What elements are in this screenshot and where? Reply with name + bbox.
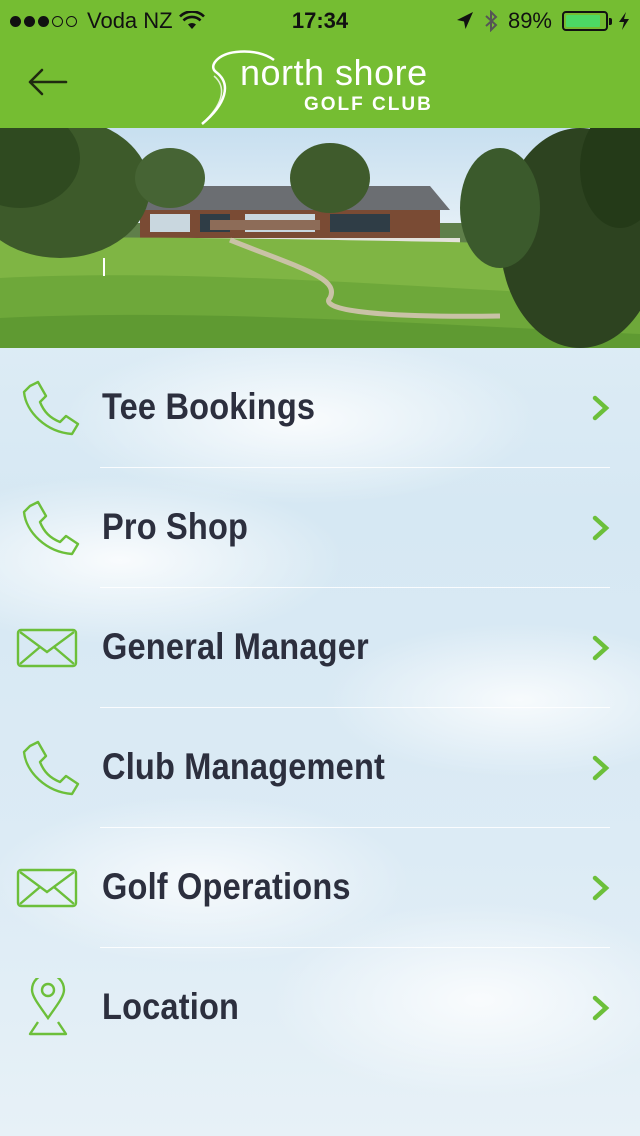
menu-item-pro-shop[interactable]: Pro Shop [0,468,640,588]
logo-subtitle: GOLF CLUB [304,94,433,115]
contact-menu: Tee Bookings Pro Shop General Manager Cl… [0,348,640,1068]
status-bar: Voda NZ 17:34 89% [0,0,640,40]
chevron-right-icon [592,635,610,661]
menu-item-label: Golf Operations [102,866,351,907]
chevron-right-icon [592,515,610,541]
location-arrow-icon [456,12,473,29]
location-pin-icon [28,978,68,1036]
logo-name: north shore [240,52,428,93]
menu-item-label: Pro Shop [102,506,249,547]
clubhouse-photo-illustration [0,128,640,348]
chevron-right-icon [592,755,610,781]
battery-percent: 89% [507,8,552,33]
battery-icon [562,11,612,31]
menu-item-location[interactable]: Location [0,948,640,1068]
back-button[interactable] [24,60,70,104]
phone-icon [22,500,80,556]
menu-item-label: Club Management [102,746,386,787]
menu-item-club-management[interactable]: Club Management [0,708,640,828]
menu-item-label: General Manager [102,626,369,667]
menu-item-general-manager[interactable]: General Manager [0,588,640,708]
battery-level-fill [566,15,600,27]
mail-icon [16,868,78,908]
club-logo: north shore GOLF CLUB [196,44,446,126]
status-right: 89% [456,8,630,34]
bluetooth-icon [485,10,498,32]
charging-bolt-icon [619,12,629,30]
chevron-right-icon [592,875,610,901]
phone-icon [22,740,80,796]
menu-item-tee-bookings[interactable]: Tee Bookings [0,348,640,468]
menu-item-label: Tee Bookings [102,386,316,427]
chevron-right-icon [592,395,610,421]
app-header: Voda NZ 17:34 89% north shore GOLF CLUB [0,0,640,128]
menu-item-label: Location [102,986,240,1027]
menu-item-golf-operations[interactable]: Golf Operations [0,828,640,948]
clubhouse-photo [0,128,640,348]
chevron-right-icon [592,995,610,1021]
phone-icon [22,380,80,436]
mail-icon [16,628,78,668]
back-arrow-icon [28,68,68,96]
